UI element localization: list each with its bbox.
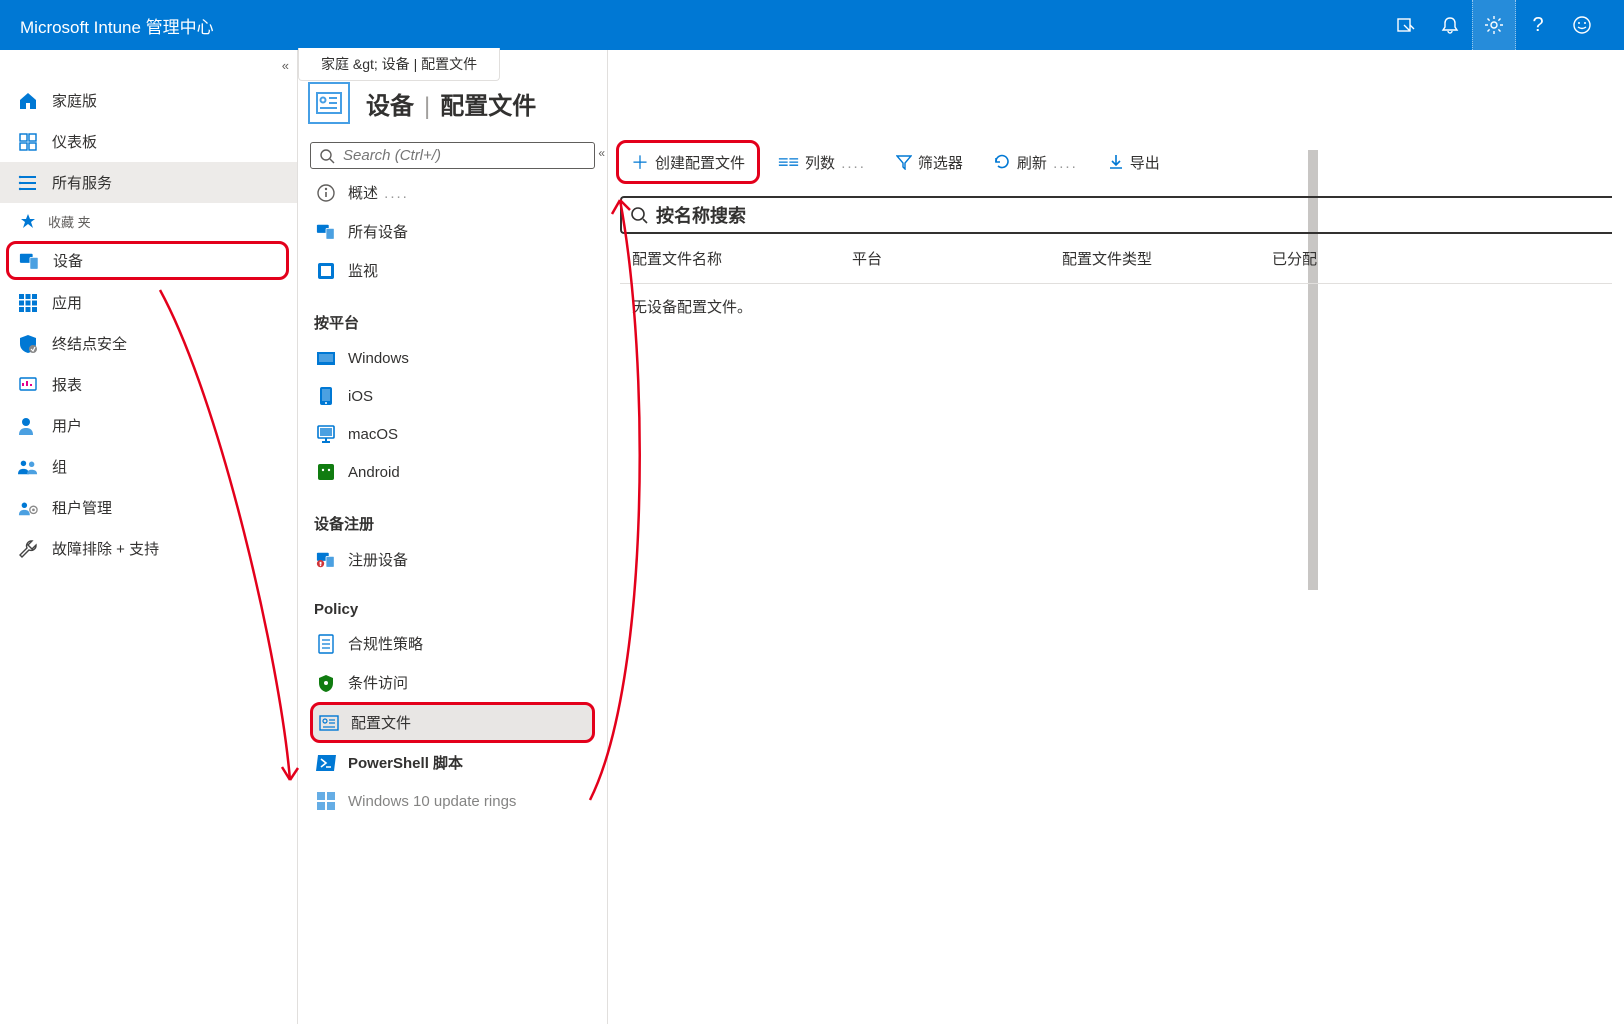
profile-icon bbox=[319, 713, 339, 733]
sidebar-item-all-services[interactable]: 所有服务 bbox=[0, 162, 297, 203]
page-title: 设备 bbox=[366, 86, 414, 121]
groups-icon bbox=[18, 457, 38, 477]
menu-overview[interactable]: 概述 bbox=[310, 173, 595, 212]
windows-icon bbox=[316, 348, 336, 368]
expand-blade-icon[interactable]: « bbox=[598, 146, 605, 160]
sidebar-item-groups[interactable]: 组 bbox=[0, 446, 297, 487]
menu-enroll-devices[interactable]: 注册设备 bbox=[310, 540, 595, 579]
powershell-icon bbox=[316, 753, 336, 773]
blade-search-input[interactable] bbox=[343, 147, 586, 164]
create-profile-button[interactable]: ＋ 创建配置文件 bbox=[616, 140, 760, 184]
toolbar: ＋ 创建配置文件 ≡≡ 列数 筛选器 刷新 导出 bbox=[608, 140, 1624, 196]
search-icon bbox=[630, 206, 648, 224]
sidebar-item-devices[interactable]: 设备 bbox=[6, 241, 289, 280]
columns-icon: ≡≡ bbox=[778, 152, 799, 173]
app-title: Microsoft Intune 管理中心 bbox=[20, 13, 214, 38]
star-icon bbox=[18, 211, 38, 231]
home-icon bbox=[18, 91, 38, 111]
blade-panel: 家庭 &gt; 设备 | 配置文件 设备 | 配置文件 « 概述 所有设备 bbox=[298, 50, 608, 1024]
directory-icon[interactable] bbox=[1384, 0, 1428, 50]
page-subtitle: 配置文件 bbox=[440, 86, 536, 121]
favorites-label: 收藏 夹 bbox=[0, 203, 297, 239]
export-button[interactable]: 导出 bbox=[1096, 146, 1172, 179]
menu-all-devices[interactable]: 所有设备 bbox=[310, 212, 595, 251]
enroll-icon bbox=[316, 550, 336, 570]
main-content: ＋ 创建配置文件 ≡≡ 列数 筛选器 刷新 导出 按名称搜索 bbox=[608, 50, 1624, 1024]
info-icon bbox=[316, 183, 336, 203]
menu-android[interactable]: Android bbox=[310, 453, 595, 491]
menu-powershell[interactable]: PowerShell 脚本 bbox=[310, 743, 595, 782]
table-header: 配置文件名称 平台 配置文件类型 已分配 bbox=[608, 234, 1624, 283]
settings-icon[interactable] bbox=[1472, 0, 1516, 50]
reports-icon bbox=[18, 375, 38, 395]
compliance-icon bbox=[316, 634, 336, 654]
top-bar: Microsoft Intune 管理中心 ? bbox=[0, 0, 1624, 50]
sidebar-item-users[interactable]: 用户 bbox=[0, 405, 297, 446]
download-icon bbox=[1108, 154, 1124, 170]
sidebar-item-endpoint-security[interactable]: 终结点安全 bbox=[0, 323, 297, 364]
menu-monitor[interactable]: 监视 bbox=[310, 251, 595, 290]
section-enroll: 设备注册 bbox=[310, 491, 595, 540]
filter-icon bbox=[896, 154, 912, 170]
menu-compliance[interactable]: 合规性策略 bbox=[310, 624, 595, 663]
tenant-icon bbox=[18, 498, 38, 518]
sidebar-item-dashboard[interactable]: 仪表板 bbox=[0, 121, 297, 162]
menu-ios[interactable]: iOS bbox=[310, 377, 595, 415]
sidebar: « 家庭版 仪表板 所有服务 收藏 夹 设备 bbox=[0, 50, 298, 1024]
menu-windows[interactable]: Windows bbox=[310, 339, 595, 377]
sidebar-item-troubleshoot[interactable]: 故障排除 + 支持 bbox=[0, 528, 297, 569]
sidebar-item-reports[interactable]: 报表 bbox=[0, 364, 297, 405]
feedback-icon[interactable] bbox=[1560, 0, 1604, 50]
help-icon[interactable]: ? bbox=[1516, 0, 1560, 50]
sidebar-item-home[interactable]: 家庭版 bbox=[0, 80, 297, 121]
collapse-sidebar-icon[interactable]: « bbox=[282, 58, 289, 73]
android-icon bbox=[316, 462, 336, 482]
notifications-icon[interactable] bbox=[1428, 0, 1472, 50]
section-platform: 按平台 bbox=[310, 290, 595, 339]
conditional-icon bbox=[316, 673, 336, 693]
wrench-icon bbox=[18, 539, 38, 559]
macos-icon bbox=[316, 424, 336, 444]
dashboard-icon bbox=[18, 132, 38, 152]
monitor-icon bbox=[316, 261, 336, 281]
menu-update-rings[interactable]: Windows 10 update rings bbox=[310, 782, 595, 820]
profile-header-icon bbox=[308, 82, 350, 124]
col-name[interactable]: 配置文件名称 bbox=[632, 248, 792, 269]
col-type[interactable]: 配置文件类型 bbox=[1062, 248, 1212, 269]
devices-icon bbox=[316, 222, 336, 242]
user-icon bbox=[18, 416, 38, 436]
apps-icon bbox=[18, 293, 38, 313]
menu-conditional-access[interactable]: 条件访问 bbox=[310, 663, 595, 702]
plus-icon: ＋ bbox=[631, 149, 649, 175]
breadcrumb[interactable]: 家庭 &gt; 设备 | 配置文件 bbox=[298, 48, 500, 81]
shield-icon bbox=[18, 334, 38, 354]
col-assigned[interactable]: 已分配 bbox=[1272, 248, 1392, 269]
columns-button[interactable]: ≡≡ 列数 bbox=[766, 146, 878, 179]
ios-icon bbox=[316, 386, 336, 406]
refresh-button[interactable]: 刷新 bbox=[981, 146, 1090, 179]
menu-macos[interactable]: macOS bbox=[310, 415, 595, 453]
devices-icon bbox=[19, 251, 39, 271]
blade-search-box[interactable] bbox=[310, 142, 595, 169]
menu-config-profiles[interactable]: 配置文件 bbox=[310, 702, 595, 743]
topbar-actions: ? bbox=[1384, 0, 1604, 50]
section-policy: Policy bbox=[310, 579, 595, 624]
filter-button[interactable]: 筛选器 bbox=[884, 146, 975, 179]
empty-state: 无设备配置文件。 bbox=[608, 284, 1624, 329]
sidebar-item-tenant[interactable]: 租户管理 bbox=[0, 487, 297, 528]
sidebar-item-apps[interactable]: 应用 bbox=[0, 282, 297, 323]
refresh-icon bbox=[993, 153, 1011, 171]
list-icon bbox=[18, 173, 38, 193]
search-icon bbox=[319, 148, 335, 164]
windows-icon bbox=[316, 791, 336, 811]
main-search-box[interactable]: 按名称搜索 bbox=[620, 196, 1612, 234]
col-platform[interactable]: 平台 bbox=[852, 248, 1002, 269]
